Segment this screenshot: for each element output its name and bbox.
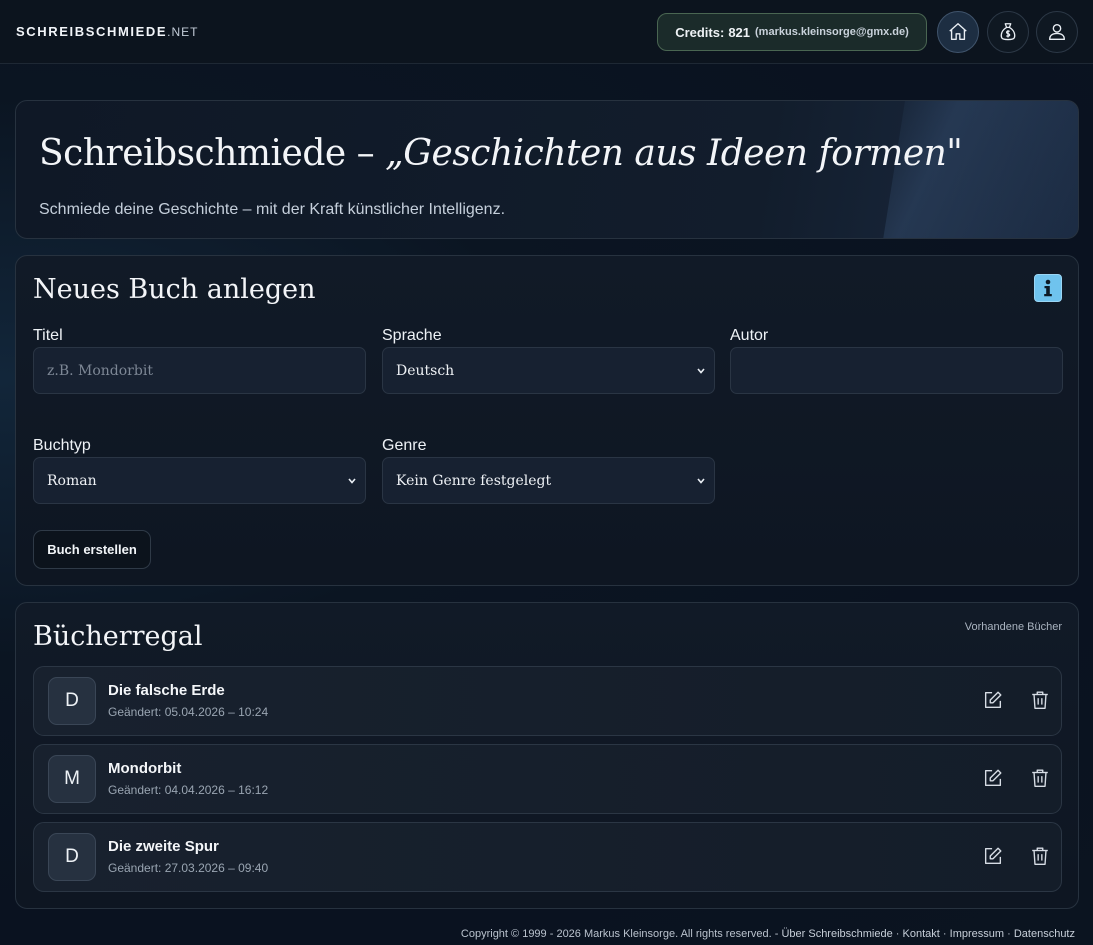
credits-label: Credits: — [675, 24, 725, 40]
edit-icon — [984, 691, 1002, 709]
booktype-select[interactable]: Roman — [33, 457, 366, 504]
book-item[interactable]: D Die falsche Erde Geändert: 05.04.2026 … — [33, 666, 1062, 736]
home-icon — [949, 23, 967, 41]
hero-title-plain: Schreibschmiede – — [39, 133, 386, 174]
language-select-value: Deutsch — [396, 362, 455, 379]
book-changed-date: Geändert: 05.04.2026 – 10:24 — [108, 705, 269, 719]
footer-link-privacy[interactable]: Datenschutz — [1014, 928, 1075, 940]
title-input[interactable]: z.B. Mondorbit — [33, 347, 366, 394]
chevron-down-icon — [348, 478, 356, 484]
delete-book-button[interactable] — [1027, 765, 1053, 791]
book-title: Die zweite Spur — [108, 838, 219, 855]
chevron-down-icon — [697, 368, 705, 374]
title-label: Titel — [33, 327, 63, 344]
footer: Copyright © 1999 - 2026 Markus Kleinsorg… — [461, 928, 1075, 940]
info-icon — [1044, 279, 1052, 297]
bookshelf-title: Bücherregal — [33, 621, 203, 652]
edit-icon — [984, 847, 1002, 865]
bookshelf-subtitle: Vorhandene Bücher — [964, 621, 1062, 633]
credits-email: (markus.kleinsorge@gmx.de) — [755, 26, 909, 38]
language-label: Sprache — [382, 327, 442, 344]
book-initial-avatar: D — [48, 833, 96, 881]
book-initial-avatar: D — [48, 677, 96, 725]
trash-icon — [1032, 769, 1048, 787]
edit-book-button[interactable] — [980, 765, 1006, 791]
booktype-label: Buchtyp — [33, 437, 91, 454]
hero-card: Schreibschmiede – „Geschichten aus Ideen… — [15, 100, 1079, 239]
footer-link-contact[interactable]: Kontakt — [903, 928, 940, 940]
bookshelf-card: Bücherregal Vorhandene Bücher D Die fals… — [15, 602, 1079, 909]
book-changed-date: Geändert: 04.04.2026 – 16:12 — [108, 783, 269, 797]
book-title: Mondorbit — [108, 760, 182, 777]
footer-copyright: Copyright © 1999 - 2026 Markus Kleinsorg… — [460, 928, 779, 940]
genre-select[interactable]: Kein Genre festgelegt — [382, 457, 715, 504]
booktype-select-value: Roman — [47, 472, 97, 489]
trash-icon — [1032, 847, 1048, 865]
user-icon — [1048, 23, 1066, 41]
info-button[interactable] — [1034, 274, 1062, 302]
brand-logo[interactable]: SCHREIBSCHMIEDE.NET — [16, 24, 198, 39]
edit-book-button[interactable] — [980, 843, 1006, 869]
book-title: Die falsche Erde — [108, 682, 225, 699]
footer-separator: · — [942, 928, 947, 940]
genre-select-value: Kein Genre festgelegt — [396, 472, 552, 489]
money-bag-icon — [1000, 23, 1016, 41]
credits-value: 821 — [728, 24, 751, 40]
footer-link-about[interactable]: Über Schreibschmiede — [781, 928, 892, 940]
book-item[interactable]: M Mondorbit Geändert: 04.04.2026 – 16:12 — [33, 744, 1062, 814]
edit-book-button[interactable] — [980, 687, 1006, 713]
edit-icon — [984, 769, 1002, 787]
title-input-placeholder: z.B. Mondorbit — [47, 362, 153, 379]
delete-book-button[interactable] — [1027, 843, 1053, 869]
trash-icon — [1032, 691, 1048, 709]
create-book-button[interactable]: Buch erstellen — [33, 530, 151, 569]
new-book-title: Neues Buch anlegen — [33, 274, 316, 305]
book-item[interactable]: D Die zweite Spur Geändert: 27.03.2026 –… — [33, 822, 1062, 892]
book-initial-avatar: M — [48, 755, 96, 803]
credits-badge: Credits: 821 (markus.kleinsorge@gmx.de) — [657, 13, 927, 51]
chevron-down-icon — [697, 478, 705, 484]
delete-book-button[interactable] — [1027, 687, 1053, 713]
home-button[interactable] — [937, 11, 979, 53]
author-input[interactable] — [730, 347, 1063, 394]
brand-name: SCHREIBSCHMIEDE — [16, 24, 168, 39]
hero-title-italic: „Geschichten aus Ideen formen" — [385, 133, 963, 174]
book-changed-date: Geändert: 27.03.2026 – 09:40 — [108, 861, 269, 875]
profile-button[interactable] — [1036, 11, 1078, 53]
new-book-card: Neues Buch anlegen Titel z.B. Mondorbit … — [15, 255, 1079, 586]
footer-separator: · — [1007, 928, 1011, 940]
hero-subtitle: Schmiede deine Geschichte – mit der Kraf… — [39, 201, 506, 218]
credits-shop-button[interactable] — [987, 11, 1029, 53]
brand-tld: .NET — [167, 25, 199, 39]
author-label: Autor — [730, 327, 769, 344]
language-select[interactable]: Deutsch — [382, 347, 715, 394]
footer-separator: · — [895, 928, 900, 940]
top-bar: SCHREIBSCHMIEDE.NET Credits: 821 (markus… — [0, 0, 1093, 64]
hero-title: Schreibschmiede – „Geschichten aus Ideen… — [39, 133, 963, 174]
footer-link-imprint[interactable]: Impressum — [950, 928, 1004, 940]
genre-label: Genre — [382, 437, 427, 454]
